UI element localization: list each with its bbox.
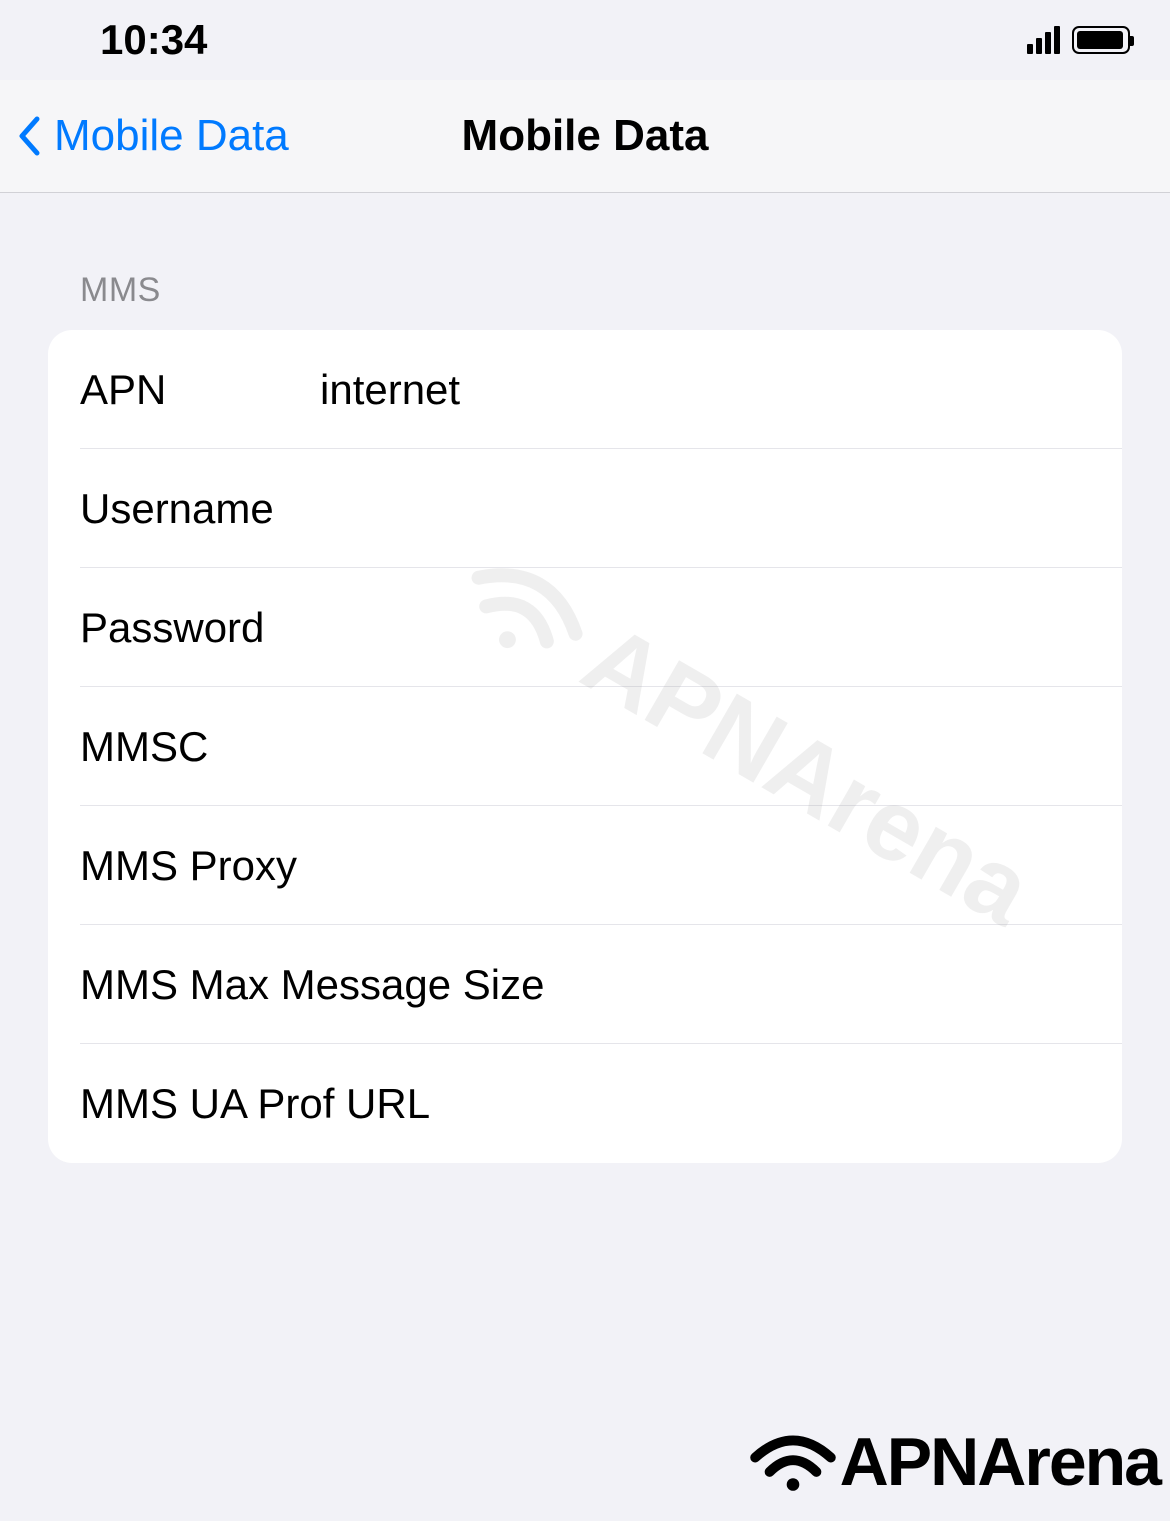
footer-logo: APNArena <box>748 1423 1160 1501</box>
username-input[interactable] <box>320 485 1122 533</box>
username-label: Username <box>80 485 320 533</box>
mmsc-row[interactable]: MMSC <box>48 687 1122 806</box>
page-title: Mobile Data <box>462 111 709 161</box>
mms-proxy-label: MMS Proxy <box>80 842 320 890</box>
password-input[interactable] <box>320 604 1122 652</box>
apn-label: APN <box>80 366 320 414</box>
mmsc-input[interactable] <box>320 723 1122 771</box>
section-header: MMS <box>80 271 1122 310</box>
apn-row[interactable]: APN <box>48 330 1122 449</box>
chevron-left-icon <box>18 116 40 156</box>
content-area: MMS APN Username Password MMSC MMS Proxy… <box>0 193 1170 1163</box>
mms-proxy-input[interactable] <box>320 842 1122 890</box>
mmsc-label: MMSC <box>80 723 320 771</box>
password-row[interactable]: Password <box>48 568 1122 687</box>
status-indicators <box>1027 26 1130 54</box>
password-label: Password <box>80 604 320 652</box>
status-bar: 10:34 <box>0 0 1170 80</box>
apn-input[interactable] <box>320 366 1122 414</box>
wifi-icon <box>748 1427 838 1497</box>
battery-icon <box>1072 26 1130 54</box>
mms-proxy-row[interactable]: MMS Proxy <box>48 806 1122 925</box>
mms-max-size-label: MMS Max Message Size <box>80 961 544 1009</box>
username-row[interactable]: Username <box>48 449 1122 568</box>
navigation-bar: Mobile Data Mobile Data <box>0 80 1170 193</box>
mms-ua-prof-row[interactable]: MMS UA Prof URL <box>48 1044 1122 1163</box>
mms-max-size-row[interactable]: MMS Max Message Size <box>48 925 1122 1044</box>
status-time: 10:34 <box>100 16 207 64</box>
mms-ua-prof-label: MMS UA Prof URL <box>80 1080 430 1128</box>
footer-logo-text: APNArena <box>840 1423 1160 1501</box>
back-label: Mobile Data <box>54 111 289 161</box>
cellular-signal-icon <box>1027 26 1060 54</box>
mms-settings-group: APN Username Password MMSC MMS Proxy MMS… <box>48 330 1122 1163</box>
back-button[interactable]: Mobile Data <box>18 111 289 161</box>
